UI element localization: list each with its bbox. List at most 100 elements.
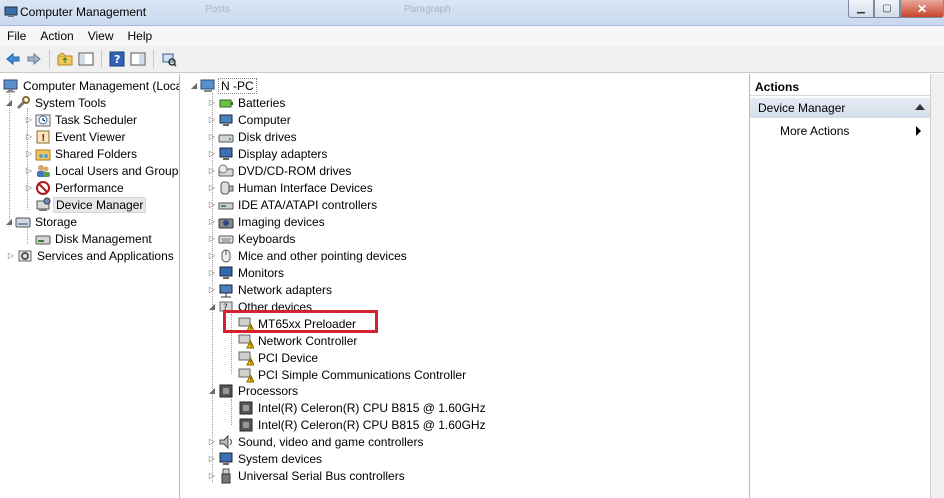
monitor-icon: [218, 265, 234, 281]
tree-item-task-scheduler[interactable]: ▷ Task Scheduler: [24, 111, 139, 128]
category-disk-drives[interactable]: ▷ Disk drives: [207, 128, 299, 145]
expand-arrow-icon[interactable]: ▷: [24, 132, 34, 141]
vertical-scrollbar[interactable]: [930, 74, 944, 498]
show-hide-console-tree-icon[interactable]: [77, 50, 95, 68]
expand-arrow-icon[interactable]: ▷: [6, 251, 16, 260]
scan-hardware-icon[interactable]: [160, 50, 178, 68]
keyboard-icon: [218, 231, 234, 247]
tree-item-storage[interactable]: ◢ Storage: [4, 213, 79, 230]
expand-arrow-icon[interactable]: ▷: [24, 149, 34, 158]
expand-arrow-icon[interactable]: ▷: [24, 166, 34, 175]
computer-management-icon: [4, 5, 18, 19]
tree-label: Device Manager: [53, 196, 147, 213]
disk-management-icon: [35, 231, 51, 247]
minimize-button[interactable]: ▁: [848, 0, 874, 18]
expand-arrow-icon[interactable]: ▷: [207, 183, 217, 192]
network-adapter-icon: [218, 282, 234, 298]
tree-label: Monitors: [238, 265, 285, 280]
more-actions-item[interactable]: More Actions: [780, 122, 925, 140]
usb-icon: [218, 468, 234, 484]
tree-item-disk-management[interactable]: Disk Management: [34, 230, 154, 247]
category-mice[interactable]: ▷ Mice and other pointing devices: [207, 247, 409, 264]
collapse-arrow-icon[interactable]: ◢: [207, 386, 217, 395]
tree-item-system-tools[interactable]: ◢ System Tools: [4, 94, 108, 111]
category-sound-video[interactable]: ▷ Sound, video and game controllers: [207, 433, 425, 450]
expand-arrow-icon[interactable]: ▷: [207, 285, 217, 294]
menu-action[interactable]: Action: [33, 29, 80, 43]
expand-arrow-icon[interactable]: ▷: [207, 454, 217, 463]
up-folder-icon[interactable]: [56, 50, 74, 68]
expand-arrow-icon[interactable]: ▷: [24, 115, 34, 124]
category-monitors[interactable]: ▷ Monitors: [207, 264, 286, 281]
expand-arrow-icon[interactable]: ▷: [207, 149, 217, 158]
category-keyboards[interactable]: ▷ Keyboards: [207, 230, 297, 247]
category-dvd-drives[interactable]: ▷ DVD/CD-ROM drives: [207, 162, 353, 179]
device-pci-simple-comm[interactable]: ! PCI Simple Communications Controller: [237, 366, 468, 383]
tree-label: Network Controller: [258, 333, 358, 348]
tree-label: IDE ATA/ATAPI controllers: [238, 197, 378, 212]
category-display-adapters[interactable]: ▷ Display adapters: [207, 145, 329, 162]
category-imaging-devices[interactable]: ▷ Imaging devices: [207, 213, 327, 230]
category-processors[interactable]: ◢ Processors: [207, 382, 300, 399]
tree-label: Display adapters: [238, 146, 328, 161]
device-network-controller[interactable]: ! Network Controller: [237, 332, 359, 349]
category-human-interface-devices[interactable]: ▷ Human Interface Devices: [207, 179, 375, 196]
expand-arrow-icon[interactable]: ▷: [207, 234, 217, 243]
help-icon[interactable]: ?: [108, 50, 126, 68]
display-adapter-icon: [218, 146, 234, 162]
actions-pane: Actions Device Manager More Actions: [749, 74, 931, 498]
device-cpu-1[interactable]: Intel(R) Celeron(R) CPU B815 @ 1.60GHz: [237, 399, 488, 416]
collapse-triangle-icon[interactable]: [915, 104, 925, 110]
performance-icon: [35, 180, 51, 196]
category-usb-controllers[interactable]: ▷ Universal Serial Bus controllers: [207, 467, 407, 484]
back-arrow-icon[interactable]: [4, 50, 22, 68]
expand-arrow-icon[interactable]: ▷: [207, 217, 217, 226]
close-button[interactable]: ✕: [900, 0, 944, 18]
show-hide-action-pane-icon[interactable]: [129, 50, 147, 68]
expand-arrow-icon[interactable]: ▷: [207, 200, 217, 209]
category-network-adapters[interactable]: ▷ Network adapters: [207, 281, 334, 298]
tools-icon: [15, 95, 31, 111]
expand-arrow-icon[interactable]: ▷: [207, 166, 217, 175]
disk-drive-icon: [218, 129, 234, 145]
expand-arrow-icon[interactable]: ▷: [207, 437, 217, 446]
category-batteries[interactable]: ▷ Batteries: [207, 94, 287, 111]
actions-section-device-manager[interactable]: Device Manager: [750, 98, 931, 118]
maximize-button[interactable]: ▢: [874, 0, 900, 18]
device-tree-root[interactable]: ◢ N -PC: [189, 77, 257, 94]
expand-arrow-icon[interactable]: ▷: [24, 183, 34, 192]
tree-item-services-applications[interactable]: ▷ Services and Applications: [6, 247, 176, 264]
tree-label: Services and Applications: [37, 248, 174, 263]
device-cpu-2[interactable]: Intel(R) Celeron(R) CPU B815 @ 1.60GHz: [237, 416, 488, 433]
collapse-arrow-icon[interactable]: ◢: [207, 302, 217, 311]
collapse-arrow-icon[interactable]: ◢: [4, 217, 14, 226]
expand-arrow-icon[interactable]: ▷: [207, 268, 217, 277]
collapse-arrow-icon[interactable]: ◢: [189, 81, 199, 90]
expand-arrow-icon[interactable]: ▷: [207, 115, 217, 124]
tree-label: N -PC: [218, 77, 257, 94]
menu-file[interactable]: File: [0, 29, 33, 43]
expand-arrow-icon[interactable]: ▷: [207, 132, 217, 141]
tree-item-shared-folders[interactable]: ▷ Shared Folders: [24, 145, 139, 162]
forward-arrow-icon[interactable]: [25, 50, 43, 68]
menu-view[interactable]: View: [81, 29, 121, 43]
expand-arrow-icon[interactable]: ▷: [207, 98, 217, 107]
storage-icon: [15, 214, 31, 230]
category-computer[interactable]: ▷ Computer: [207, 111, 293, 128]
expand-arrow-icon[interactable]: ▷: [207, 251, 217, 260]
computer-icon: [200, 78, 216, 94]
clock-icon: [35, 112, 51, 128]
tree-item-event-viewer[interactable]: ▷ ! Event Viewer: [24, 128, 127, 145]
tree-label: Event Viewer: [55, 129, 126, 144]
tree-item-local-users[interactable]: ▷ Local Users and Groups: [24, 162, 179, 179]
category-system-devices[interactable]: ▷ System devices: [207, 450, 324, 467]
category-ide-controllers[interactable]: ▷ IDE ATA/ATAPI controllers: [207, 196, 379, 213]
collapse-arrow-icon[interactable]: ◢: [4, 98, 14, 107]
tree-item-performance[interactable]: ▷ Performance: [24, 179, 126, 196]
device-pci-device[interactable]: ! PCI Device: [237, 349, 320, 366]
tree-item-computer-management[interactable]: Computer Management (Local: [2, 77, 179, 94]
expand-arrow-icon[interactable]: ▷: [207, 471, 217, 480]
menu-help[interactable]: Help: [121, 29, 160, 43]
svg-text:?: ?: [114, 53, 120, 66]
tree-item-device-manager[interactable]: Device Manager: [34, 196, 147, 213]
